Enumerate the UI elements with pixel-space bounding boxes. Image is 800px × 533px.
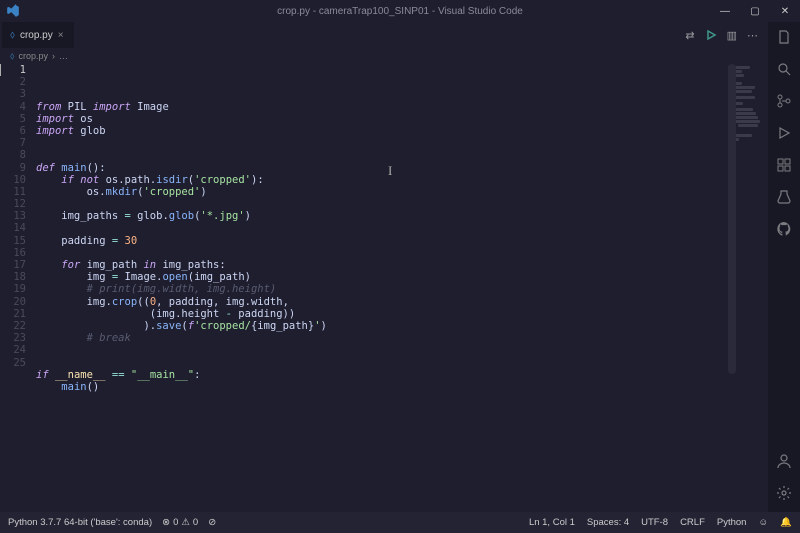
source-control-icon[interactable] — [775, 92, 793, 110]
breadcrumb-separator: › — [52, 51, 55, 61]
window-title: crop.py - cameraTrap100_SINP01 - Visual … — [277, 6, 523, 17]
minimize-button[interactable]: — — [710, 0, 740, 22]
split-editor-icon[interactable]: ▥ — [727, 29, 737, 42]
line-number-gutter: 1234567891011121314151617181920212223242… — [0, 64, 36, 512]
status-language-mode[interactable]: Python — [717, 517, 747, 528]
activity-bar — [768, 22, 800, 512]
tab-label: crop.py — [20, 30, 53, 41]
mouse-text-cursor: I — [388, 163, 389, 176]
test-icon[interactable] — [775, 188, 793, 206]
editor-area: ⬨ crop.py × ⇄ ▥ ⋯ ⬨ crop.py › … 12345678… — [0, 22, 768, 512]
code-editor[interactable]: 1234567891011121314151617181920212223242… — [0, 64, 768, 512]
title-bar: crop.py - cameraTrap100_SINP01 - Visual … — [0, 0, 800, 22]
maximize-button[interactable]: ▢ — [740, 0, 770, 22]
extensions-icon[interactable] — [775, 156, 793, 174]
error-icon: ⊗ — [162, 517, 170, 528]
account-icon[interactable] — [775, 452, 793, 470]
files-icon[interactable] — [775, 28, 793, 46]
status-feedback-icon[interactable]: ☺ — [758, 517, 768, 528]
breadcrumb-file: crop.py — [19, 51, 49, 61]
more-actions-icon[interactable]: ⋯ — [747, 29, 758, 42]
tab-bar: ⬨ crop.py × ⇄ ▥ ⋯ — [0, 22, 768, 48]
vertical-scrollbar[interactable] — [728, 64, 736, 374]
text-cursor — [0, 64, 1, 76]
github-icon[interactable] — [775, 220, 793, 238]
run-icon[interactable] — [705, 29, 717, 41]
python-file-icon: ⬨ — [10, 51, 15, 62]
status-cursor-position[interactable]: Ln 1, Col 1 — [529, 517, 575, 528]
status-encoding[interactable]: UTF-8 — [641, 517, 668, 528]
status-indentation[interactable]: Spaces: 4 — [587, 517, 629, 528]
status-python-interpreter[interactable]: Python 3.7.7 64-bit ('base': conda) — [8, 517, 152, 528]
tab-close-icon[interactable]: × — [58, 30, 64, 41]
warning-icon: ⚠ — [181, 517, 190, 528]
breadcrumb[interactable]: ⬨ crop.py › … — [0, 48, 768, 64]
vscode-logo-icon — [6, 4, 20, 18]
status-bell-icon[interactable]: 🔔 — [780, 517, 792, 528]
code-content[interactable]: from PIL import Imageimport osimport glo… — [36, 64, 726, 512]
tab-crop-py[interactable]: ⬨ crop.py × — [2, 22, 74, 48]
status-problems[interactable]: ⊗ 0 ⚠ 0 — [162, 517, 198, 528]
close-button[interactable]: ✕ — [770, 0, 800, 22]
main-area: ⬨ crop.py × ⇄ ▥ ⋯ ⬨ crop.py › … 12345678… — [0, 22, 800, 512]
run-debug-icon[interactable] — [775, 124, 793, 142]
breadcrumb-more: … — [59, 51, 68, 61]
tab-actions: ⇄ ▥ ⋯ — [685, 29, 768, 42]
status-prohibited-icon[interactable]: ⊘ — [208, 517, 216, 528]
settings-gear-icon[interactable] — [775, 484, 793, 502]
window-controls: — ▢ ✕ — [710, 0, 800, 22]
search-icon[interactable] — [775, 60, 793, 78]
status-bar: Python 3.7.7 64-bit ('base': conda) ⊗ 0 … — [0, 512, 800, 533]
status-eol[interactable]: CRLF — [680, 517, 705, 528]
python-file-icon: ⬨ — [10, 29, 15, 42]
compare-icon[interactable]: ⇄ — [685, 29, 694, 42]
